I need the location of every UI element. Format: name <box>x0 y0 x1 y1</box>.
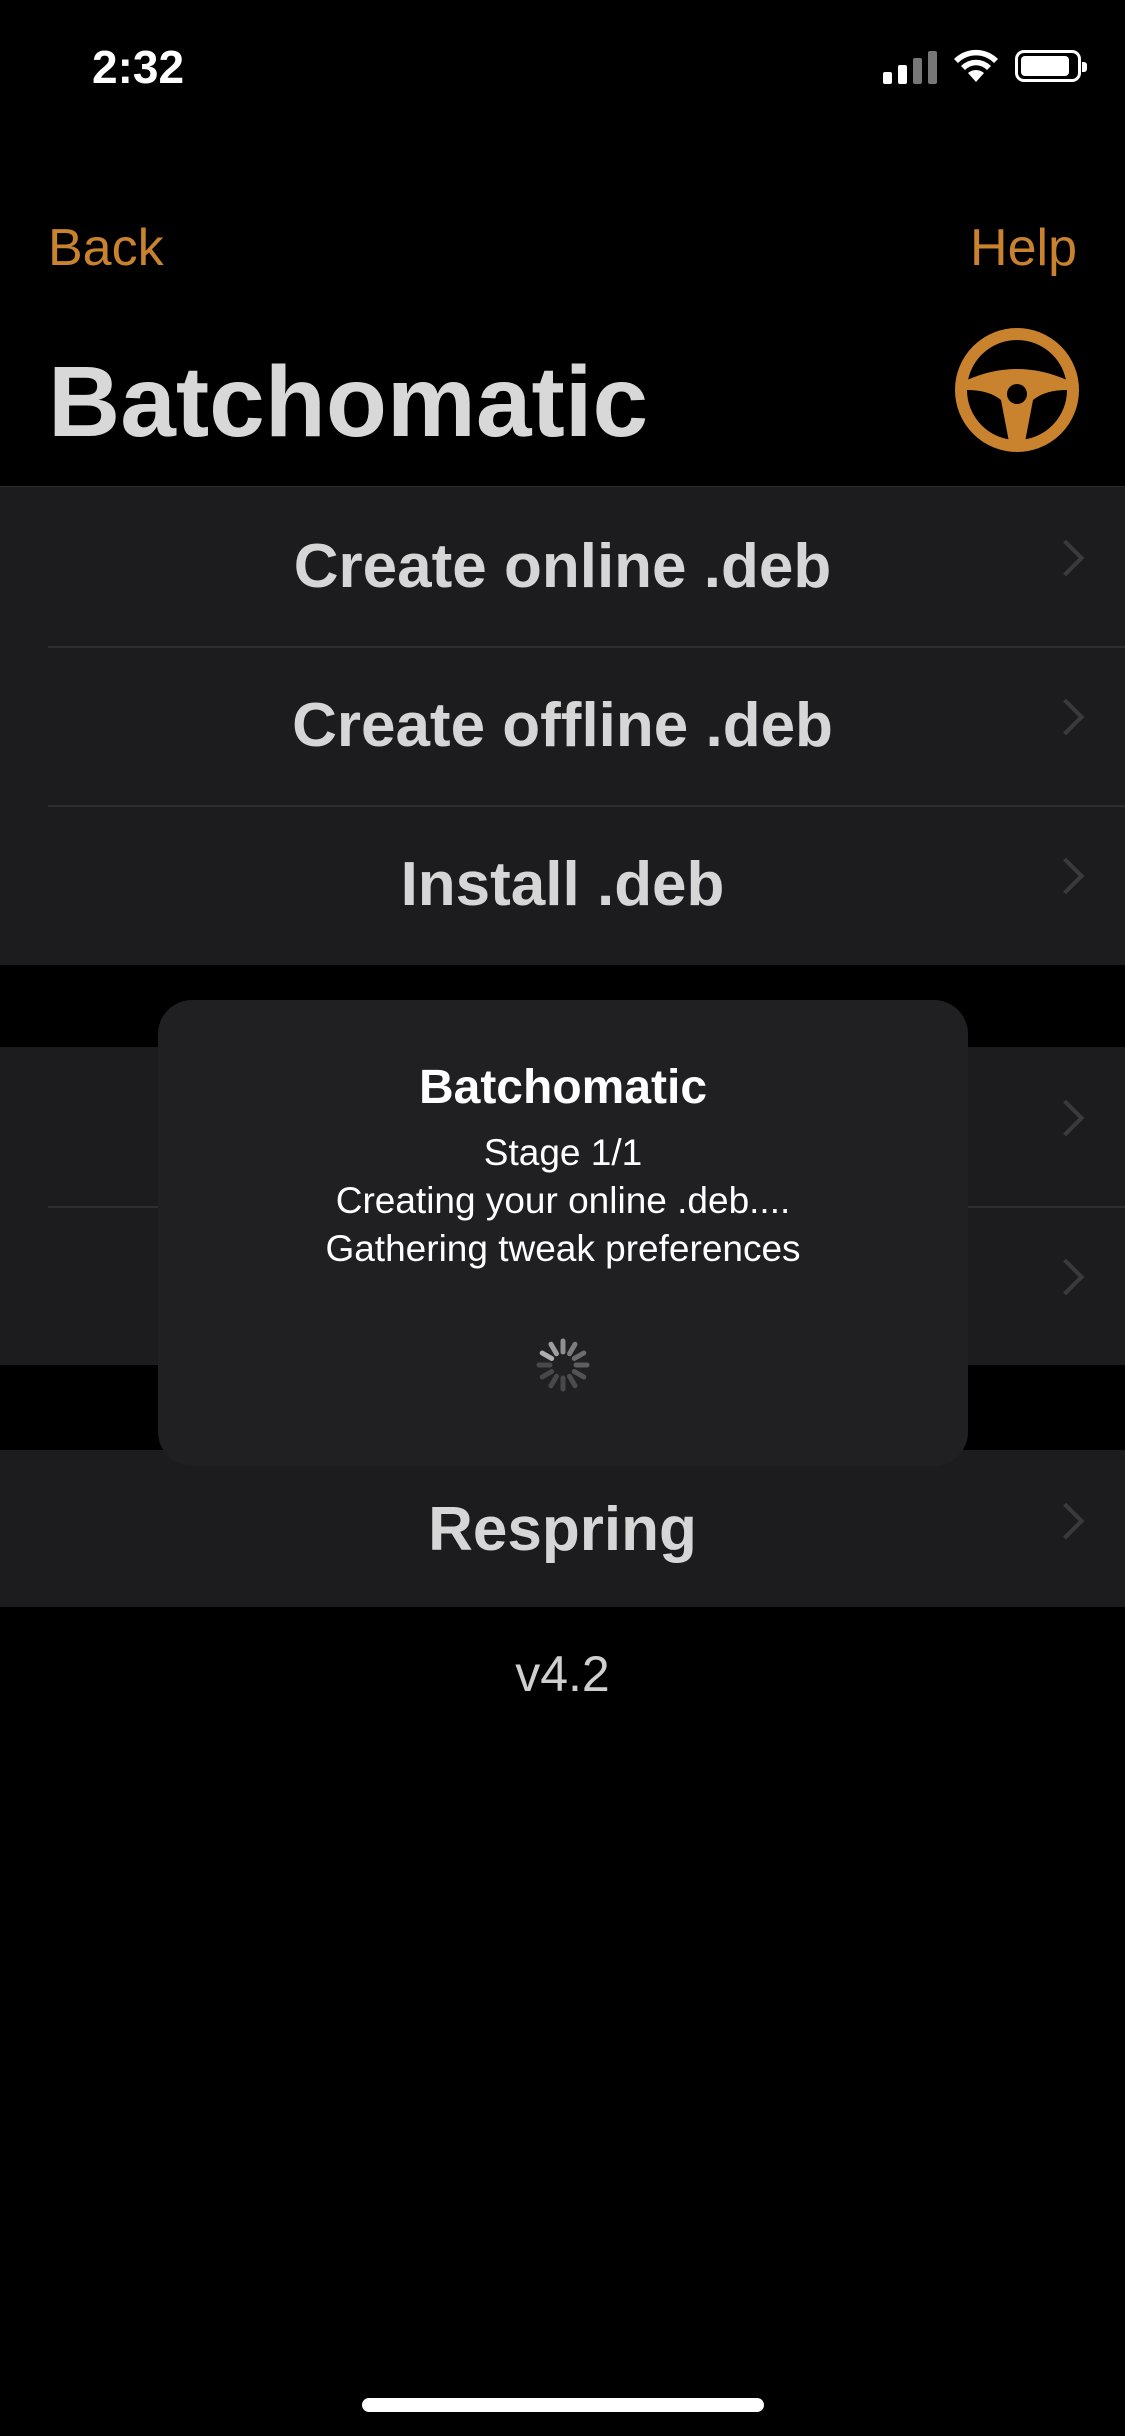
back-button[interactable]: Back <box>48 218 164 278</box>
chevron-right-icon <box>1047 698 1085 735</box>
create-offline-deb-row[interactable]: Create offline .deb <box>0 646 1125 805</box>
row-label: Install .deb <box>400 850 725 919</box>
chevron-right-icon <box>1047 1099 1085 1136</box>
menu-group-3: Respring <box>0 1450 1125 1607</box>
progress-hud: Batchomatic Stage 1/1 Creating your onli… <box>158 1000 968 1466</box>
cellular-signal-icon <box>883 48 937 84</box>
status-time: 2:32 <box>92 41 185 93</box>
row-label: Create offline .deb <box>292 691 833 760</box>
help-button[interactable]: Help <box>970 218 1077 278</box>
version-label: v4.2 <box>515 1646 610 1702</box>
loading-spinner-icon <box>536 1338 590 1392</box>
page-title: Batchomatic <box>48 346 649 458</box>
hud-stage-text: Stage 1/1 <box>483 1132 643 1173</box>
row-label: Create online .deb <box>293 532 832 601</box>
steering-wheel-icon <box>955 328 1079 452</box>
respring-row[interactable]: Respring <box>0 1450 1125 1609</box>
status-icons <box>883 48 1087 84</box>
create-online-deb-row[interactable]: Create online .deb <box>0 487 1125 646</box>
menu-group-1: Create online .deb Create offline .deb I… <box>0 486 1125 965</box>
wifi-icon <box>954 49 998 82</box>
status-bar: 2:32 <box>0 0 1125 140</box>
chevron-right-icon <box>1047 1258 1085 1295</box>
home-indicator[interactable] <box>362 2398 764 2412</box>
install-deb-row[interactable]: Install .deb <box>0 805 1125 964</box>
hud-status-text: Creating your online .deb.... <box>335 1180 791 1221</box>
chevron-right-icon <box>1047 1502 1085 1539</box>
chevron-right-icon <box>1047 539 1085 576</box>
battery-icon <box>1015 50 1087 82</box>
row-label: Respring <box>428 1495 697 1564</box>
hud-detail-text: Gathering tweak preferences <box>325 1228 801 1269</box>
chevron-right-icon <box>1047 857 1085 894</box>
hud-title: Batchomatic <box>418 1061 708 1114</box>
